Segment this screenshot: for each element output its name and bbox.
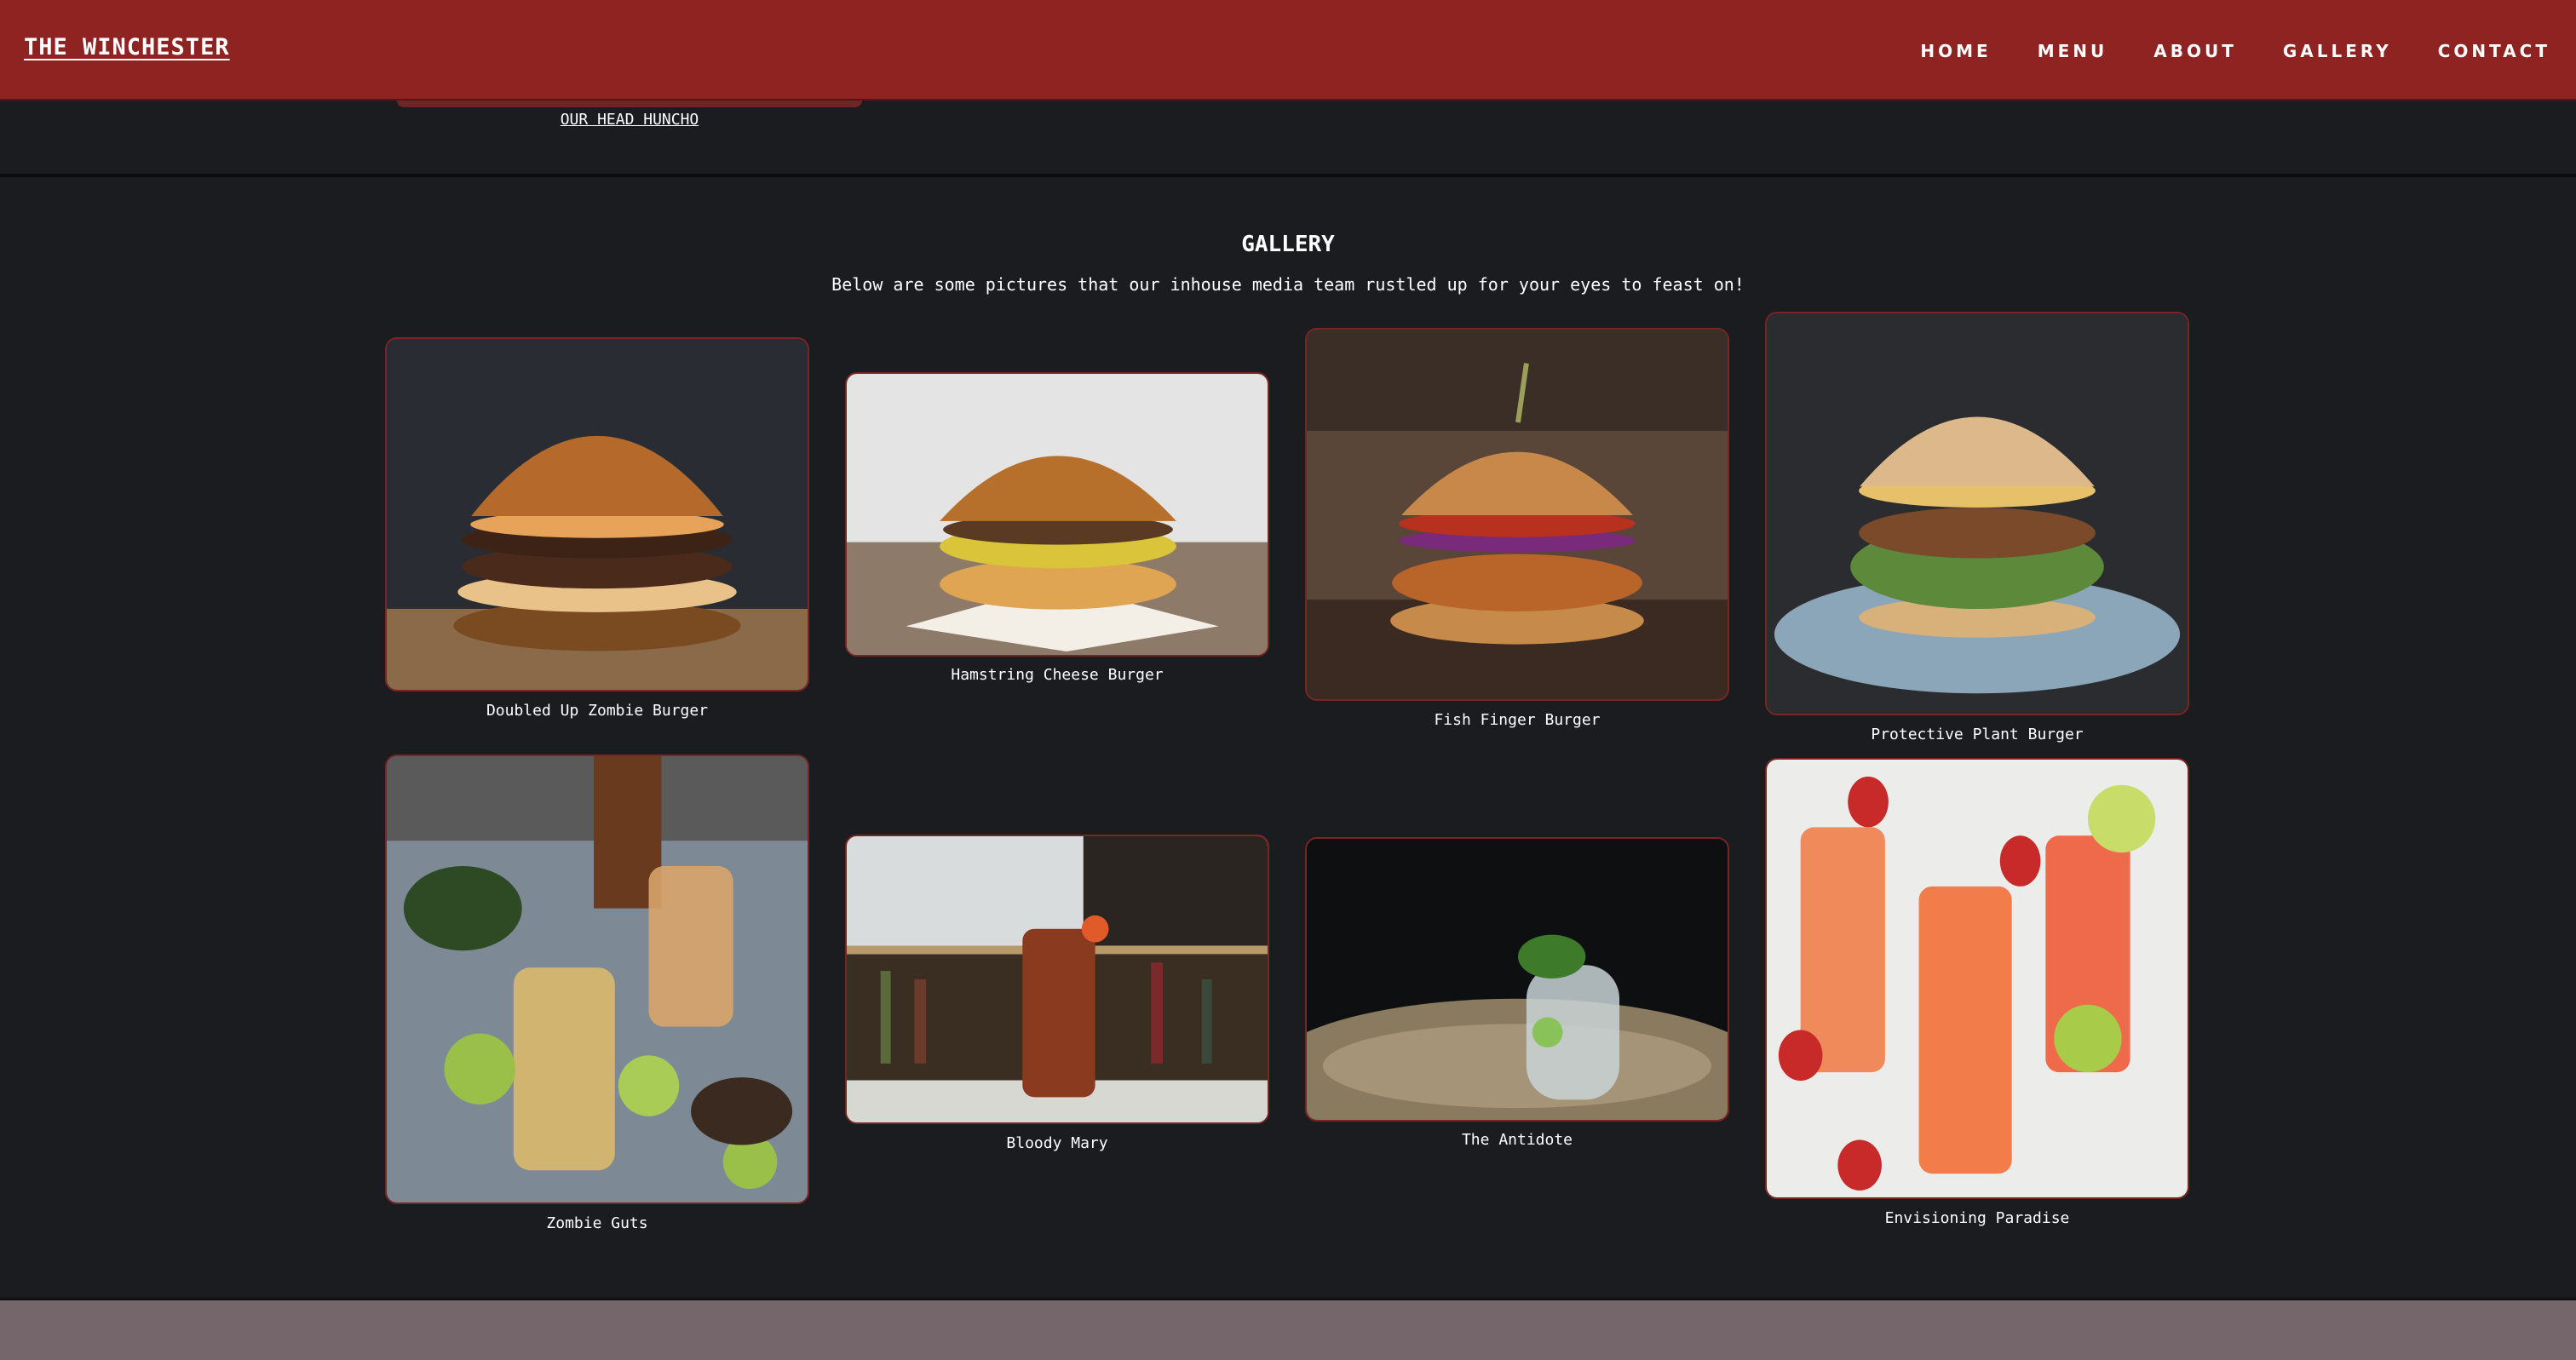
nav-menu[interactable]: MENU bbox=[2038, 41, 2108, 61]
gallery-photo-zombie-guts[interactable] bbox=[385, 755, 809, 1204]
gallery-caption: Bloody Mary bbox=[1006, 1134, 1108, 1152]
nav-about[interactable]: ABOUT bbox=[2153, 41, 2237, 61]
nav-gallery[interactable]: GALLERY bbox=[2283, 41, 2392, 61]
site-header: THE WINCHESTER HOME MENU ABOUT GALLERY C… bbox=[0, 0, 2576, 100]
main-nav: HOME MENU ABOUT GALLERY CONTACT bbox=[1920, 41, 2550, 61]
gallery-title: GALLERY bbox=[1241, 232, 1335, 257]
gallery-photo-hamstring-burger[interactable] bbox=[845, 372, 1269, 657]
head-huncho-caption[interactable]: OUR HEAD HUNCHO bbox=[0, 111, 1259, 129]
gallery-caption: Envisioning Paradise bbox=[1884, 1209, 2070, 1227]
gallery-photo-fish-finger-burger[interactable] bbox=[1305, 328, 1729, 701]
gallery-photo-plant-burger[interactable] bbox=[1765, 312, 2189, 715]
gallery-photo-envisioning-paradise[interactable] bbox=[1765, 758, 2189, 1199]
gallery-caption: The Antidote bbox=[1461, 1131, 1573, 1149]
nav-contact[interactable]: CONTACT bbox=[2438, 41, 2550, 61]
gallery-caption: Protective Plant Burger bbox=[1871, 726, 2084, 743]
gallery-caption: Doubled Up Zombie Burger bbox=[486, 702, 709, 720]
gallery-photo-bloody-mary[interactable] bbox=[845, 835, 1269, 1124]
gallery-caption: Hamstring Cheese Burger bbox=[951, 666, 1164, 684]
about-section-bottom: OUR HEAD HUNCHO bbox=[0, 100, 2576, 177]
site-footer bbox=[0, 1298, 2576, 1360]
head-huncho-photo bbox=[397, 100, 862, 107]
brand-logo-link[interactable]: THE WINCHESTER bbox=[24, 34, 230, 60]
gallery-caption: Zombie Guts bbox=[546, 1214, 648, 1232]
gallery-caption: Fish Finger Burger bbox=[1434, 711, 1601, 729]
gallery-photo-zombie-burger[interactable] bbox=[385, 337, 809, 691]
gallery-photo-the-antidote[interactable] bbox=[1305, 837, 1729, 1122]
nav-home[interactable]: HOME bbox=[1920, 41, 1991, 61]
gallery-subtitle: Below are some pictures that our inhouse… bbox=[831, 274, 1745, 295]
